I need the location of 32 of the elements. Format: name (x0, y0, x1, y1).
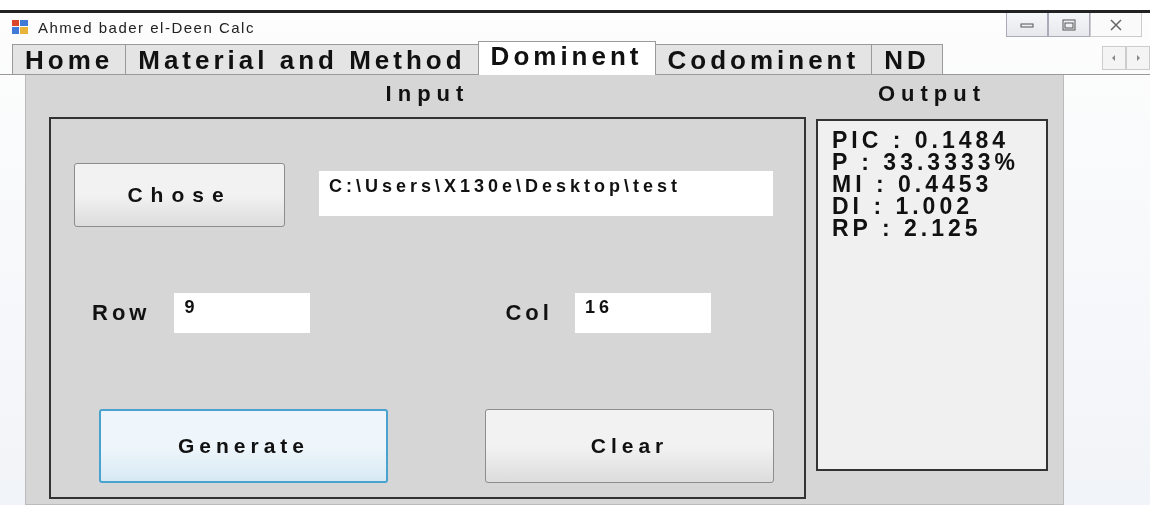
right-arrow-icon (1135, 54, 1141, 62)
tab[interactable]: Home (12, 44, 127, 74)
tab[interactable]: Codominent (654, 44, 873, 74)
tab[interactable]: ND (871, 44, 943, 74)
window-title: Ahmed bader el-Deen Calc (38, 18, 255, 36)
close-button[interactable] (1090, 13, 1142, 37)
col-label: Col (505, 300, 553, 326)
tab[interactable]: Material and Method (125, 44, 479, 74)
minimize-button[interactable] (1006, 13, 1048, 37)
tab[interactable]: Dominent (477, 41, 656, 75)
output-line: MI : 0.4453 (832, 173, 994, 195)
path-field[interactable]: C:\Users\X130e\Desktop\test (319, 171, 773, 216)
scroll-left-button[interactable] (1102, 46, 1126, 70)
minimize-icon (1020, 21, 1034, 28)
row-label: Row (92, 300, 151, 326)
output-line: DI : 1.002 (832, 195, 974, 217)
col-field[interactable]: 16 (574, 293, 711, 333)
chose-button[interactable]: Chose (74, 163, 285, 227)
output-line: P : 33.3333% (832, 151, 1020, 173)
left-arrow-icon (1111, 54, 1117, 62)
generate-button[interactable]: Generate (99, 409, 388, 483)
maximize-button[interactable] (1048, 13, 1090, 37)
close-icon (1109, 18, 1123, 31)
output-line: RP : 2.125 (832, 217, 983, 239)
output-heading: Output (876, 81, 988, 108)
output-line: PIC : 0.1484 (832, 129, 1011, 151)
app-icon (12, 20, 28, 34)
clear-button[interactable]: Clear (485, 409, 774, 483)
maximize-icon (1062, 18, 1076, 31)
input-heading: Input (384, 81, 471, 108)
row-field[interactable]: 9 (174, 293, 311, 333)
scroll-right-button[interactable] (1126, 46, 1150, 70)
